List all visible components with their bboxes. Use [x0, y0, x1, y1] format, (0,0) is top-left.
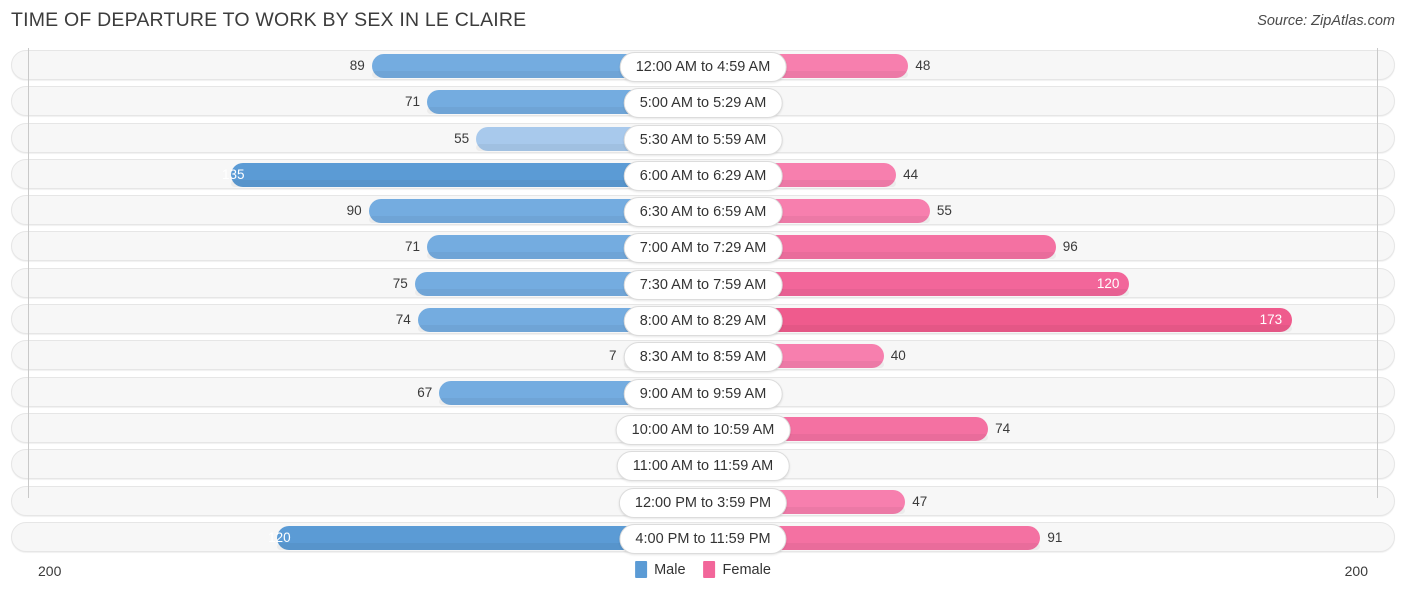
table-row[interactable]: 135 44 6:00 AM to 6:29 AM — [11, 158, 1395, 191]
axis-tick-right: 200 — [1344, 563, 1368, 579]
table-row[interactable]: 7 40 8:30 AM to 8:59 AM — [11, 340, 1395, 373]
bar-value-female: 91 — [1047, 529, 1063, 545]
legend-item-male[interactable]: Male — [635, 561, 686, 578]
category-label-pill: 11:00 AM to 11:59 AM — [616, 451, 790, 482]
chart-plot-area: 89 48 12:00 AM to 4:59 AM 7105:00 AM to 5:2… — [0, 42, 1406, 554]
chart-footer: 200 200 Male Female — [0, 551, 1406, 595]
bar-value-male: 67 — [417, 384, 433, 400]
bar-value-female: 173 — [1259, 312, 1283, 328]
table-row[interactable]: 120 91 4:00 PM to 11:59 PM — [11, 521, 1395, 554]
source-attribution: Source: ZipAtlas.com — [1257, 13, 1395, 29]
bar-value-female: 44 — [903, 166, 919, 182]
axis-tick-left: 200 — [38, 563, 62, 579]
category-label-pill: 8:00 AM to 8:29 AM — [623, 306, 783, 337]
bar-value-male: 89 — [349, 58, 365, 73]
category-label-pill: 6:00 AM to 6:29 AM — [623, 160, 783, 191]
category-label-pill: 5:00 AM to 5:29 AM — [623, 88, 783, 119]
bar-value-male: 120 — [268, 529, 291, 545]
table-row[interactable]: 75 120 7:30 AM to 7:59 AM — [11, 267, 1395, 300]
bar-value-male: 71 — [405, 94, 421, 110]
bar-value-male: 55 — [454, 130, 470, 146]
bar-value-male: 74 — [395, 312, 411, 328]
bar-value-female: 47 — [912, 493, 928, 509]
legend-swatch-female-icon — [703, 561, 716, 578]
bar-value-female: 55 — [936, 203, 952, 219]
bar-value-male: 7 — [609, 348, 617, 364]
bar-value-male: 75 — [392, 275, 408, 291]
category-label-pill: 7:30 AM to 7:59 AM — [623, 269, 783, 300]
axis-line-right — [1377, 48, 1378, 498]
table-row[interactable]: 6709:00 AM to 9:59 AM — [11, 376, 1395, 409]
table-row[interactable]: 89 48 12:00 AM to 4:59 AM — [11, 50, 1395, 82]
legend: Male Female — [635, 561, 771, 578]
table-row[interactable]: 7105:00 AM to 5:29 AM — [11, 86, 1395, 119]
table-row[interactable]: 74 173 8:00 AM to 8:29 AM — [11, 304, 1395, 337]
category-label-pill: 7:00 AM to 7:29 AM — [623, 233, 783, 264]
category-label-pill: 5:30 AM to 5:59 AM — [623, 124, 783, 155]
chart-header: TIME OF DEPARTURE TO WORK BY SEX IN LE C… — [0, 0, 1406, 42]
category-label-pill: 12:00 AM to 4:59 AM — [619, 52, 787, 82]
bar-value-male: 135 — [222, 166, 245, 182]
page-title: TIME OF DEPARTURE TO WORK BY SEX IN LE C… — [11, 9, 527, 31]
bar-value-male: 71 — [405, 239, 421, 255]
category-label-pill: 10:00 AM to 10:59 AM — [615, 414, 791, 445]
legend-item-female[interactable]: Female — [703, 561, 771, 578]
bar-value-male: 90 — [346, 203, 362, 219]
bar-female[interactable] — [703, 308, 1293, 333]
table-row[interactable]: 04712:00 PM to 3:59 PM — [11, 485, 1395, 518]
table-row[interactable]: 07410:00 AM to 10:59 AM — [11, 412, 1395, 445]
category-label-pill: 12:00 PM to 3:59 PM — [618, 487, 788, 518]
table-row[interactable]: 71 96 7:00 AM to 7:29 AM — [11, 231, 1395, 264]
bar-value-female: 74 — [995, 420, 1011, 436]
category-label-pill: 9:00 AM to 9:59 AM — [623, 378, 783, 409]
bar-value-female: 40 — [890, 348, 906, 364]
category-label-pill: 6:30 AM to 6:59 AM — [623, 197, 783, 228]
legend-swatch-male-icon — [635, 561, 648, 578]
bar-value-female: 120 — [1096, 275, 1120, 291]
legend-label-male: Male — [654, 561, 686, 578]
bar-rows-container: 89 48 12:00 AM to 4:59 AM 7105:00 AM to 5:2… — [11, 50, 1395, 558]
bar-value-female: 96 — [1062, 239, 1078, 255]
category-label-pill: 8:30 AM to 8:59 AM — [623, 342, 783, 373]
axis-line-left — [28, 48, 29, 498]
table-row[interactable]: 5505:30 AM to 5:59 AM — [11, 122, 1395, 155]
legend-label-female: Female — [722, 561, 771, 578]
category-label-pill: 4:00 PM to 11:59 PM — [619, 523, 787, 554]
table-row[interactable]: 90 55 6:30 AM to 6:59 AM — [11, 195, 1395, 228]
table-row[interactable]: 0011:00 AM to 11:59 AM — [11, 449, 1395, 482]
bar-value-female: 48 — [915, 58, 931, 73]
